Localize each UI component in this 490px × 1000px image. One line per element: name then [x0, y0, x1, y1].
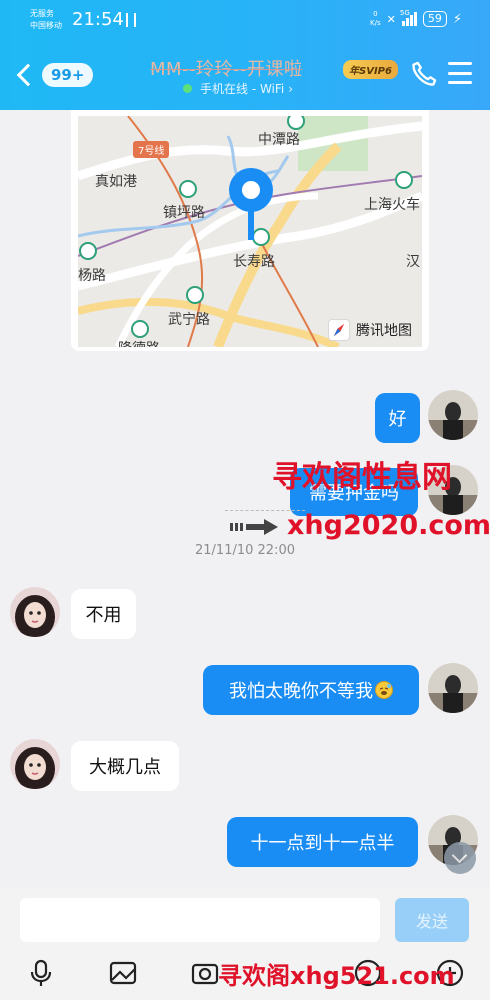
no-sim-icon: ✕ — [386, 12, 396, 26]
arrow-icon — [230, 519, 278, 535]
chat-header: 无服务 中国移动 21:54 0 K/s ✕ 5G 59 ⚡ 99+ MM--玲… — [0, 0, 490, 110]
message-input[interactable] — [20, 898, 380, 942]
back-chevron-icon — [16, 63, 40, 87]
map-label: 上海火车 — [364, 197, 420, 213]
vibrate-icon — [126, 13, 136, 27]
online-status-text: 手机在线 - WiFi — [200, 82, 285, 96]
message-bubble-incoming[interactable]: 不用 — [71, 589, 136, 639]
map-attribution: 腾讯地图 — [328, 319, 412, 341]
location-card[interactable]: 7号线 中潭路 真如港 镇坪路 上海火车 长寿路 杨路 武宁路 汉 隆德路 腾讯… — [71, 105, 429, 351]
map-label: 武宁路 — [168, 312, 210, 328]
map-label: 隆德路 — [118, 338, 160, 347]
metro-line-badge: 7号线 — [133, 141, 170, 158]
watermark-bottom: 寻欢阁xhg521.com — [218, 962, 455, 990]
net-speed-unit: K/s — [370, 19, 381, 27]
unread-badge: 99+ — [42, 63, 94, 87]
map-label: 长寿路 — [233, 254, 275, 270]
watermark-divider — [225, 510, 305, 511]
message-bubble-outgoing[interactable]: 十一点到十一点半 — [227, 817, 418, 867]
net-speed: 0 K/s — [370, 10, 381, 28]
contact-avatar[interactable] — [10, 739, 60, 789]
watermark-site-name: 寻欢阁性息网 — [272, 460, 452, 495]
message-timestamp: 21/11/10 22:00 — [195, 543, 295, 558]
carrier-line-1: 无服务 — [30, 9, 54, 18]
menu-icon[interactable] — [448, 62, 472, 84]
message-bubble-incoming[interactable]: 大概几点 — [71, 741, 179, 791]
svip-badge: 年SVIP6 — [343, 60, 398, 79]
status-chevron-icon: › — [288, 81, 294, 96]
carrier-info: 无服务 中国移动 — [30, 8, 62, 32]
compass-icon — [328, 319, 350, 341]
message-bubble-outgoing[interactable]: 我怕太晚你不等我 — [203, 665, 419, 715]
online-dot-icon — [183, 84, 192, 93]
image-icon[interactable] — [108, 958, 138, 988]
carrier-line-2: 中国移动 — [30, 21, 62, 30]
status-icons: 0 K/s ✕ 5G 59 ⚡ — [370, 9, 462, 28]
charging-icon: ⚡ — [452, 11, 462, 27]
back-button[interactable]: 99+ — [12, 60, 104, 90]
my-avatar[interactable] — [428, 663, 478, 713]
camera-icon[interactable] — [190, 958, 220, 988]
tired-emoji-icon — [375, 681, 393, 699]
message-bubble-outgoing[interactable]: 好 — [375, 393, 420, 443]
mic-icon[interactable] — [26, 958, 56, 988]
map-label: 镇坪路 — [163, 205, 205, 221]
scroll-to-bottom-button[interactable] — [444, 842, 476, 874]
map-label: 杨路 — [78, 268, 106, 284]
network-type: 5G — [399, 9, 410, 17]
message-text: 我怕太晚你不等我 — [229, 681, 373, 702]
map-attribution-text: 腾讯地图 — [356, 323, 412, 339]
map-roads — [78, 116, 422, 347]
contact-avatar[interactable] — [10, 587, 60, 637]
map-label: 汉 — [406, 254, 420, 270]
map-view[interactable]: 7号线 中潭路 真如港 镇坪路 上海火车 长寿路 杨路 武宁路 汉 隆德路 腾讯… — [78, 116, 422, 347]
my-avatar[interactable] — [428, 390, 478, 440]
battery-level: 59 — [427, 12, 442, 25]
watermark-site-url: xhg2020.com — [287, 510, 490, 541]
net-speed-value: 0 — [373, 10, 378, 18]
signal-icon: 5G — [399, 9, 417, 26]
battery-icon: 59 — [422, 11, 447, 27]
contact-name[interactable]: MM--玲玲--开课啦 — [150, 55, 303, 81]
map-label: 真如港 — [95, 174, 137, 190]
map-label: 中潭路 — [258, 132, 300, 148]
online-status[interactable]: 手机在线 - WiFi › — [183, 80, 293, 97]
phone-icon[interactable] — [410, 60, 438, 88]
send-button[interactable]: 发送 — [395, 898, 469, 942]
chevron-down-icon — [451, 847, 468, 864]
status-time: 21:54 — [72, 9, 124, 30]
input-bar: 发送 寻欢阁xhg521.com — [0, 888, 490, 1000]
